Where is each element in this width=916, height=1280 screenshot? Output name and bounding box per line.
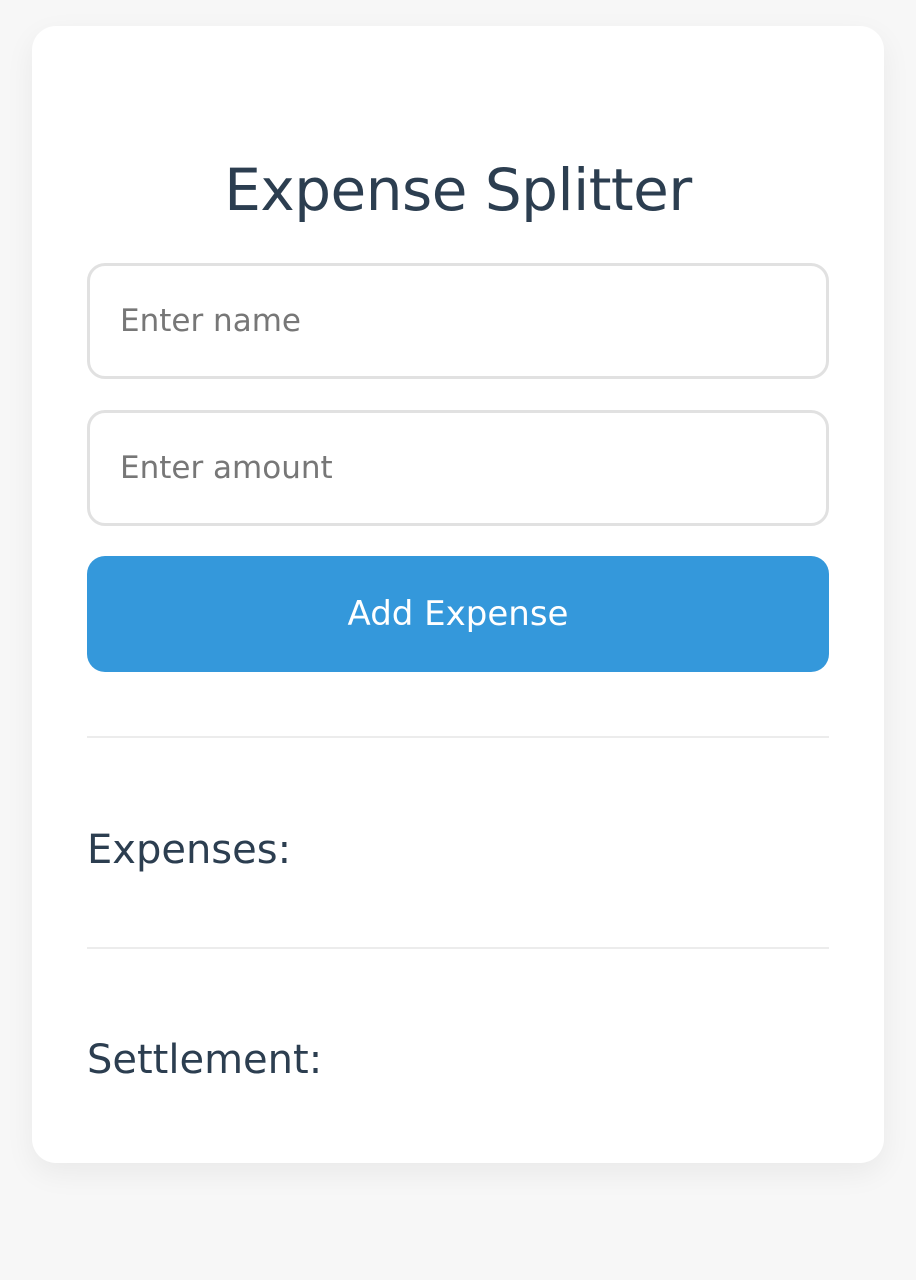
settlement-heading: Settlement:	[87, 1037, 323, 1083]
page-title: Expense Splitter	[224, 156, 692, 224]
expenses-heading: Expenses:	[87, 827, 292, 873]
name-input[interactable]	[87, 263, 829, 379]
expense-splitter-card: Expense Splitter Add Expense Expenses: S…	[32, 26, 884, 1163]
divider	[87, 947, 829, 949]
amount-input[interactable]	[87, 410, 829, 526]
add-expense-button[interactable]: Add Expense	[87, 556, 829, 672]
divider	[87, 736, 829, 738]
